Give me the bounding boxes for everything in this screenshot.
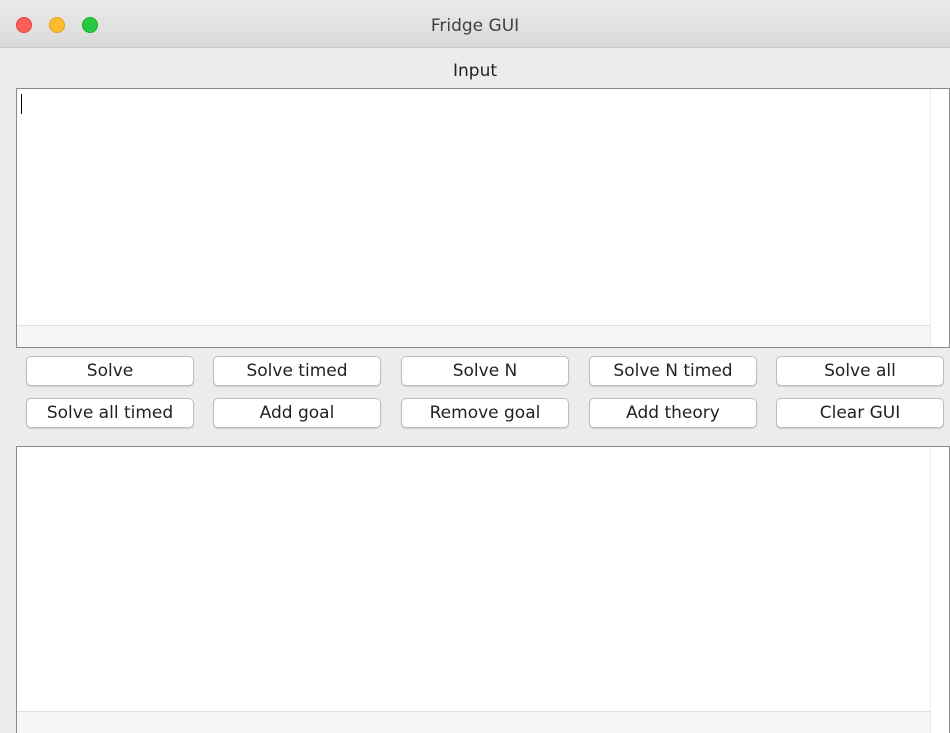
solve-timed-button[interactable]: Solve timed <box>213 356 381 386</box>
clear-gui-button[interactable]: Clear GUI <box>776 398 944 428</box>
solve-all-button[interactable]: Solve all <box>776 356 944 386</box>
remove-goal-button[interactable]: Remove goal <box>401 398 569 428</box>
input-label: Input <box>452 61 498 81</box>
output-horizontal-scrollbar[interactable] <box>17 711 931 733</box>
solve-n-timed-button[interactable]: Solve N timed <box>589 356 757 386</box>
input-vertical-scrollbar[interactable] <box>930 89 949 347</box>
output-text-area[interactable] <box>16 446 950 733</box>
add-goal-button[interactable]: Add goal <box>213 398 381 428</box>
input-horizontal-scrollbar[interactable] <box>17 325 931 347</box>
title-bar[interactable]: Fridge GUI <box>0 0 950 48</box>
solve-n-button[interactable]: Solve N <box>401 356 569 386</box>
input-text-area[interactable] <box>16 88 950 348</box>
window-title: Fridge GUI <box>430 16 520 36</box>
app-window: Fridge GUI Input Solve Solve timed Solve… <box>0 0 950 733</box>
add-theory-button[interactable]: Add theory <box>589 398 757 428</box>
output-vertical-scrollbar[interactable] <box>930 447 949 733</box>
solve-button[interactable]: Solve <box>26 356 194 386</box>
solve-all-timed-button[interactable]: Solve all timed <box>26 398 194 428</box>
text-caret <box>21 94 22 114</box>
